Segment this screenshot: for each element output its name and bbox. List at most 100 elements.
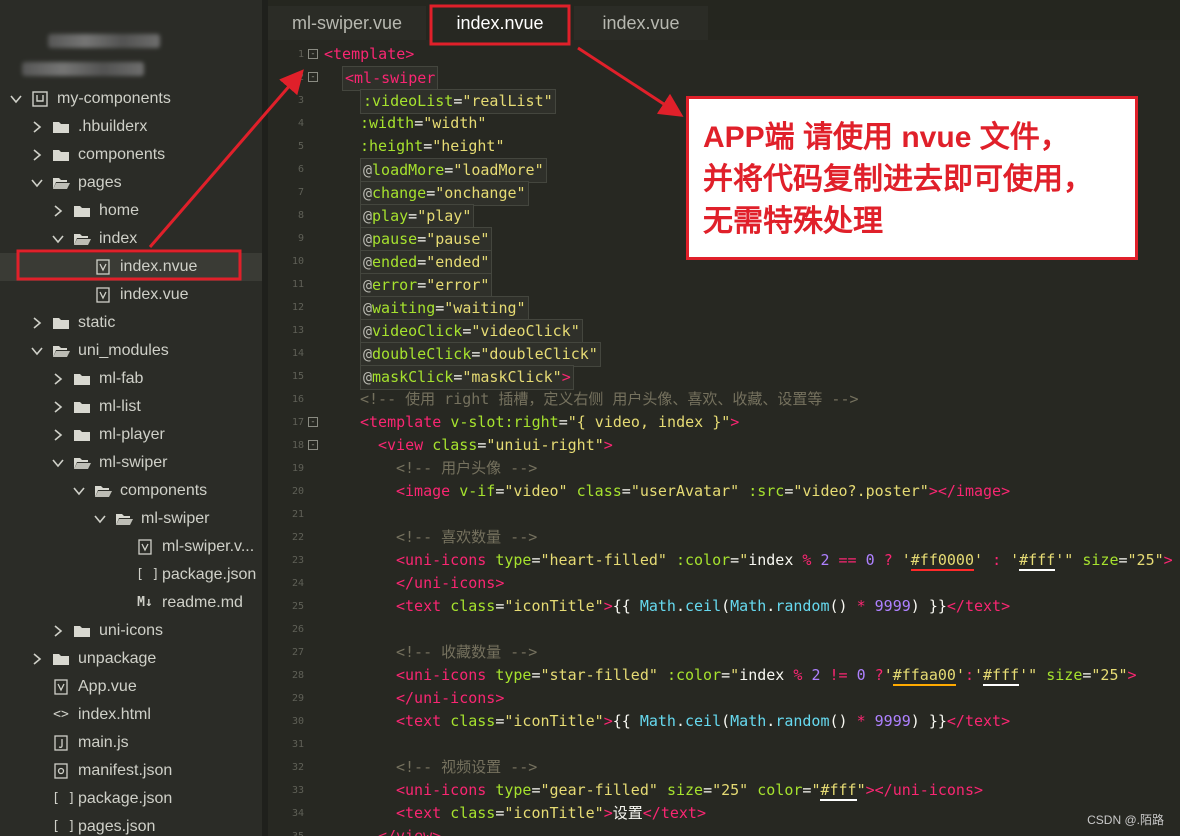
callout-line: 并将代码复制进去即可使用， [703, 163, 1093, 196]
tree-item[interactable]: M↓ readme.md [0, 589, 262, 617]
tree-item-label: ml-list [99, 398, 141, 415]
code-line[interactable]: 17- <template v-slot:right="{ video, inde… [268, 411, 1180, 434]
chevron-right-icon[interactable] [51, 400, 65, 414]
code-line[interactable]: 11 @error="error" [268, 273, 1180, 298]
fold-toggle-icon[interactable]: - [308, 72, 318, 82]
code-token: "heart-filled" [540, 551, 676, 569]
tree-item[interactable]: my-components [0, 85, 262, 113]
code-line[interactable]: 30 <text class="iconTitle">{{ Math.ceil(M… [268, 710, 1180, 733]
code-line[interactable]: 33 <uni-icons type="gear-filled" size="25… [268, 779, 1180, 802]
chevron-right-icon[interactable] [51, 372, 65, 386]
code-token: > [603, 804, 613, 822]
code-token: > [561, 368, 571, 386]
tree-item[interactable]: ml-swiper.v... [0, 533, 262, 561]
tree-item[interactable]: <> index.html [0, 701, 262, 729]
tree-item[interactable]: components [0, 477, 262, 505]
chevron-down-icon[interactable] [51, 232, 65, 246]
tree-item[interactable]: uni_modules [0, 337, 262, 365]
tab-index-vue[interactable]: index.vue [574, 6, 708, 40]
code-token: ' [1010, 551, 1020, 569]
tree-item[interactable]: unpackage [0, 645, 262, 673]
code-token: </text> [642, 804, 706, 822]
tree-item-label: my-components [57, 90, 171, 107]
code-line[interactable]: 31 [268, 733, 1180, 756]
tree-item[interactable]: static [0, 309, 262, 337]
code-line[interactable]: 15 @maskClick="maskClick"> [268, 365, 1180, 390]
tree-item[interactable]: [ ] package.json [0, 561, 262, 589]
chevron-right-icon[interactable] [51, 204, 65, 218]
code-line[interactable]: 18- <view class="uniui-right"> [268, 434, 1180, 457]
chevron-right-icon[interactable] [30, 316, 44, 330]
code-line[interactable]: 24 </uni-icons> [268, 572, 1180, 595]
vue-file-icon [94, 287, 112, 303]
tree-item[interactable]: main.js [0, 729, 262, 757]
code-line[interactable]: 20 <image v-if="video" class="userAvatar"… [268, 480, 1180, 503]
tree-item[interactable]: [ ] package.json [0, 785, 262, 813]
tab-ml-swiper-vue[interactable]: ml-swiper.vue [268, 6, 426, 40]
code-line[interactable]: 2- <ml-swiper [268, 66, 1180, 91]
code-token: "height" [432, 137, 505, 155]
code-token: "maskClick" [462, 368, 562, 386]
code-token: > [1127, 666, 1137, 684]
chevron-down-icon[interactable] [30, 176, 44, 190]
tab-index-nvue[interactable]: index.nvue [430, 6, 570, 40]
tree-item[interactable]: index [0, 225, 262, 253]
chevron-right-icon[interactable] [51, 428, 65, 442]
code-token: index [739, 666, 794, 684]
code-line[interactable]: 29 </uni-icons> [268, 687, 1180, 710]
code-line[interactable]: 26 [268, 618, 1180, 641]
tree-item[interactable]: .hbuilderx [0, 113, 262, 141]
chevron-right-icon[interactable] [30, 120, 44, 134]
tree-item[interactable]: App.vue [0, 673, 262, 701]
fold-toggle-icon[interactable]: - [308, 417, 318, 427]
tree-item[interactable]: ml-swiper [0, 505, 262, 533]
tree-item[interactable]: index.nvue [0, 253, 262, 281]
tree-item[interactable]: index.vue [0, 281, 262, 309]
chevron-down-icon[interactable] [93, 512, 107, 526]
tree-item[interactable]: pages [0, 169, 262, 197]
tree-item[interactable]: manifest.json [0, 757, 262, 785]
code-line[interactable]: 27 <!-- 收藏数量 --> [268, 641, 1180, 664]
code-line[interactable]: 12 @waiting="waiting" [268, 296, 1180, 321]
tree-item-label: components [120, 482, 208, 499]
code-line[interactable]: 25 <text class="iconTitle">{{ Math.ceil(M… [268, 595, 1180, 618]
code-token: </view> [378, 827, 442, 836]
code-token: <!-- 收藏数量 --> [396, 643, 538, 661]
code-line[interactable]: 19 <!-- 用户头像 --> [268, 457, 1180, 480]
code-line[interactable]: 32 <!-- 视频设置 --> [268, 756, 1180, 779]
tree-item[interactable]: uni-icons [0, 617, 262, 645]
tree-item[interactable]: ml-fab [0, 365, 262, 393]
code-token: * [856, 712, 875, 730]
tree-item[interactable]: [ ] pages.json [0, 813, 262, 836]
tree-item[interactable]: home [0, 197, 262, 225]
html-file-icon: <> [53, 707, 69, 722]
callout-line: 无需特殊处理 [703, 205, 883, 238]
code-token: color [757, 781, 803, 799]
tree-item[interactable]: components [0, 141, 262, 169]
line-number: 16 [291, 394, 304, 405]
chevron-down-icon[interactable] [30, 344, 44, 358]
tree-item[interactable]: ml-swiper [0, 449, 262, 477]
tree-item[interactable]: ml-list [0, 393, 262, 421]
code-line[interactable]: 28 <uni-icons type="star-filled" :color="… [268, 664, 1180, 687]
chevron-down-icon[interactable] [51, 456, 65, 470]
chevron-right-icon[interactable] [30, 652, 44, 666]
code-line[interactable]: 34 <text class="iconTitle">设置</text> [268, 802, 1180, 825]
code-line[interactable]: 1- <template> [268, 43, 1180, 66]
code-line[interactable]: 23 <uni-icons type="heart-filled" :color=… [268, 549, 1180, 572]
code-line[interactable]: 22 <!-- 喜欢数量 --> [268, 526, 1180, 549]
code-line[interactable]: 21 [268, 503, 1180, 526]
chevron-right-icon[interactable] [30, 148, 44, 162]
fold-toggle-icon[interactable]: - [308, 440, 318, 450]
code-line[interactable]: 13 @videoClick="videoClick" [268, 319, 1180, 344]
fold-toggle-icon[interactable]: - [308, 49, 318, 59]
chevron-right-icon[interactable] [51, 624, 65, 638]
code-line[interactable]: 14 @doubleClick="doubleClick" [268, 342, 1180, 367]
tree-item[interactable]: ml-player [0, 421, 262, 449]
chevron-down-icon[interactable] [72, 484, 86, 498]
code-line[interactable]: 16 <!-- 使用 right 插槽，定义右侧 用户头像、喜欢、收藏、设置等 -… [268, 388, 1180, 411]
code-line[interactable]: 35 </view> [268, 825, 1180, 836]
chevron-down-icon[interactable] [9, 92, 23, 106]
